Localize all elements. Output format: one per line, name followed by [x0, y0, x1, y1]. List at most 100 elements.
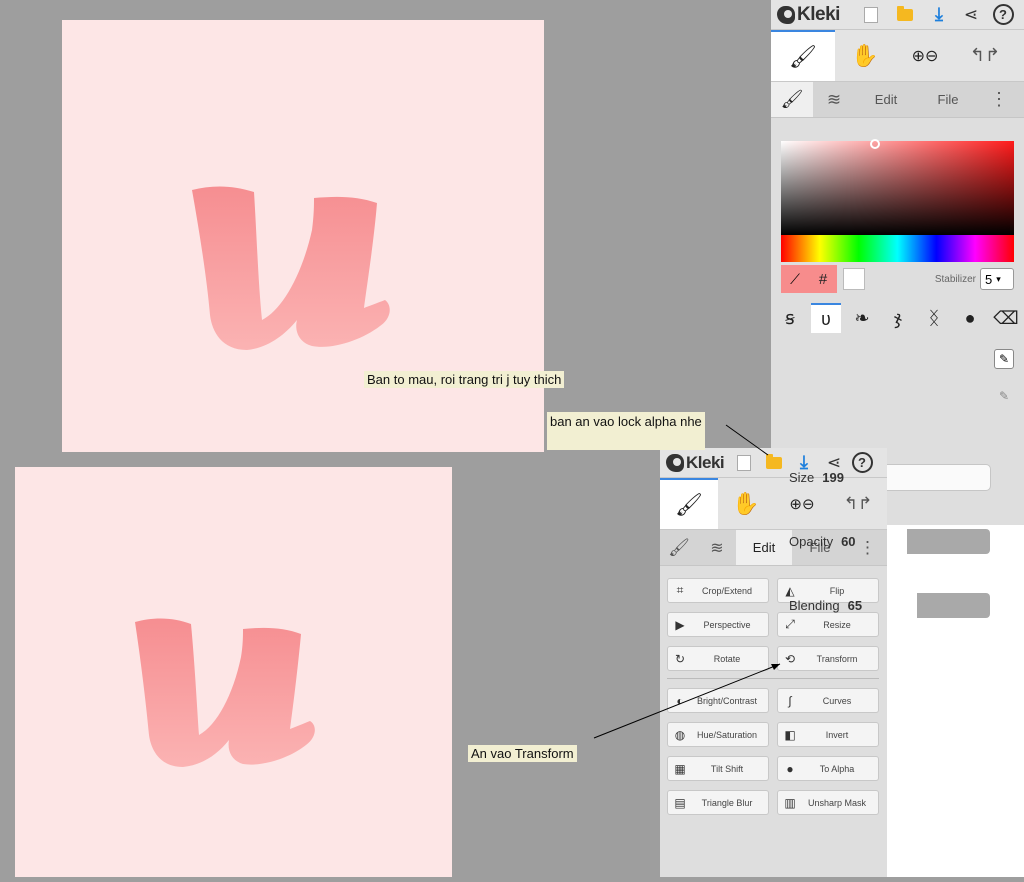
unsharp-mask-button[interactable]: ▥ Unsharp Mask: [777, 790, 879, 815]
annotation-note-1: Ban to mau, roi trang tri j tuy thich: [364, 371, 565, 388]
edit-button-label: Rotate: [713, 653, 741, 664]
zoom-in-out-icon: ⊕⊖: [911, 47, 939, 65]
tab-file[interactable]: File: [917, 82, 979, 117]
hex-button[interactable]: #: [809, 265, 837, 293]
kleki-logo-icon: [777, 5, 795, 24]
picker-cursor[interactable]: [870, 139, 880, 149]
brightness-icon: ◐: [676, 693, 684, 708]
pen-brush-icon[interactable]: ꞩ: [775, 303, 805, 333]
edit-button-label: Perspective: [703, 619, 751, 630]
brush-icon: 🖌: [789, 43, 817, 69]
blank-area: [887, 525, 1024, 877]
edit-button-label: Triangle Blur: [701, 797, 753, 808]
edit-button-label: Transform: [816, 653, 858, 664]
rotate-icon: ↻: [674, 651, 686, 666]
transform-icon: ⟲: [784, 651, 796, 666]
more-menu-icon[interactable]: ⋮: [979, 82, 1019, 117]
pen-pressure-icon: ✎: [998, 352, 1010, 366]
size-pressure-toggle[interactable]: ✎: [994, 349, 1014, 369]
zoom-in-out-icon: ⊕⊖: [789, 495, 815, 513]
secondary-color-swatch[interactable]: [843, 268, 865, 290]
rotate-button[interactable]: ↻ Rotate: [667, 646, 769, 671]
tab-brush[interactable]: 🖌: [771, 82, 813, 117]
crop-extend-button[interactable]: ⌗ Crop/Extend: [667, 578, 769, 603]
help-icon[interactable]: ?: [989, 1, 1017, 29]
undo-redo-button[interactable]: ↰↱: [830, 478, 886, 529]
tab-edit[interactable]: Edit: [855, 82, 917, 117]
new-file-icon[interactable]: [730, 449, 758, 477]
undo-redo-button[interactable]: ↰↱: [955, 30, 1015, 81]
edit-button-label: Curves: [822, 695, 852, 706]
pixel-brush-icon[interactable]: ჯ: [883, 303, 913, 333]
tilt-shift-icon: ▦: [674, 761, 686, 776]
top-toolbar: Kleki ⤓ ⋖ ?: [771, 0, 1024, 30]
blending-slider-track: [917, 593, 990, 618]
tilt-shift-button[interactable]: ▦ Tilt Shift: [667, 756, 769, 781]
smudge-brush-icon[interactable]: ●: [955, 303, 985, 333]
new-file-icon[interactable]: [857, 1, 885, 29]
open-folder-icon[interactable]: [891, 1, 919, 29]
brush-types: ꞩ ʋ ❧ ჯ ᛝ ● ⌫: [775, 301, 1021, 335]
layers-icon: ≋: [826, 89, 842, 109]
kleki-panel-bottom: Kleki ⤓ ⋖ ? 🖌 ✋ ⊕⊖ ↰↱ 🖌 ≋ Edit File ⋮ ⌗ C…: [660, 448, 887, 877]
chevron-down-icon: ▾: [996, 273, 1001, 284]
annotation-note-3: An vao Transform: [468, 745, 577, 762]
invert-button[interactable]: ◧ Invert: [777, 722, 879, 747]
tab-layers[interactable]: ≋: [813, 82, 855, 117]
zoom-button[interactable]: ⊕⊖: [774, 478, 830, 529]
undo-redo-icon: ↰↱: [969, 45, 1001, 65]
panel-tabs: 🖌 ≋ Edit File ⋮: [771, 82, 1024, 118]
edit-button-label: Bright/Contrast: [696, 695, 758, 706]
undo-redo-icon: ↰↱: [843, 493, 873, 513]
brush-tool-button[interactable]: 🖌: [660, 478, 718, 529]
edit-button-label: Hue/Saturation: [696, 729, 758, 740]
top-toolbar: Kleki ⤓ ⋖ ?: [660, 448, 887, 478]
zoom-button[interactable]: ⊕⊖: [895, 30, 955, 81]
chemy-brush-icon[interactable]: ᛝ: [919, 303, 949, 333]
tab-layers[interactable]: ≋: [698, 530, 736, 565]
bottom-canvas[interactable]: [15, 467, 452, 877]
resize-icon: ⤢: [785, 617, 795, 631]
triangle-blur-button[interactable]: ▤ Triangle Blur: [667, 790, 769, 815]
to-alpha-button[interactable]: ● To Alpha: [777, 756, 879, 781]
kleki-logo[interactable]: Kleki: [660, 453, 730, 473]
hand-tool-button[interactable]: ✋: [718, 478, 774, 529]
hand-icon: ✋: [732, 490, 760, 516]
brush-icon: 🖌: [675, 491, 703, 517]
blur-icon: ▤: [674, 795, 686, 810]
color-tools: ⟋ # Stabilizer 5 ▾: [781, 265, 1014, 293]
help-icon[interactable]: ?: [848, 449, 876, 477]
edit-button-label: Crop/Extend: [701, 585, 753, 596]
curves-button[interactable]: ∫ Curves: [777, 688, 879, 713]
hue-saturation-button[interactable]: ◍ Hue/Saturation: [667, 722, 769, 747]
resize-button[interactable]: ⤢ Resize: [777, 612, 879, 637]
stabilizer-select[interactable]: 5 ▾: [980, 268, 1014, 290]
kleki-panel-top: Kleki ⤓ ⋖ ? 🖌 ✋ ⊕⊖ ↰↱ 🖌 ≋ Edit File ⋮ ⟋ …: [771, 0, 1024, 619]
tool-row: 🖌 ✋ ⊕⊖ ↰↱: [771, 30, 1024, 82]
edit-divider: [667, 678, 879, 679]
perspective-button[interactable]: ▶ Perspective: [667, 612, 769, 637]
bright-contrast-button[interactable]: ◐ Bright/Contrast: [667, 688, 769, 713]
edit-button-label: Unsharp Mask: [807, 797, 867, 808]
eyedropper-button[interactable]: ⟋: [781, 265, 809, 293]
color-picker-area[interactable]: [781, 141, 1014, 235]
perspective-icon: ▶: [675, 617, 685, 632]
kleki-logo[interactable]: Kleki: [771, 4, 857, 26]
sketchy-brush-icon[interactable]: ❧: [847, 303, 877, 333]
opacity-pressure-toggle[interactable]: ✎: [994, 386, 1014, 406]
hand-tool-button[interactable]: ✋: [835, 30, 895, 81]
edit-buttons-top: ⌗ Crop/Extend ◭ Flip ▶ Perspective ⤢ Resize ↻ Rot…: [667, 578, 879, 671]
opacity-slider-track: [906, 529, 990, 554]
tool-row: 🖌 ✋ ⊕⊖ ↰↱: [660, 478, 887, 530]
transform-button[interactable]: ⟲ Transform: [777, 646, 879, 671]
brush-tool-button[interactable]: 🖌: [771, 30, 835, 81]
download-icon[interactable]: ⤓: [925, 1, 953, 29]
tab-brush[interactable]: 🖌: [660, 530, 698, 565]
edit-buttons-bottom: ◐ Bright/Contrast ∫ Curves ◍ Hue/Saturation ◧ I…: [667, 688, 879, 815]
share-icon[interactable]: ⋖: [957, 1, 985, 29]
layers-icon: ≋: [710, 539, 724, 557]
hue-slider[interactable]: [781, 235, 1014, 262]
blend-brush-icon[interactable]: ʋ: [811, 303, 841, 333]
hand-icon: ✋: [851, 42, 879, 68]
eraser-icon[interactable]: ⌫: [991, 303, 1021, 333]
